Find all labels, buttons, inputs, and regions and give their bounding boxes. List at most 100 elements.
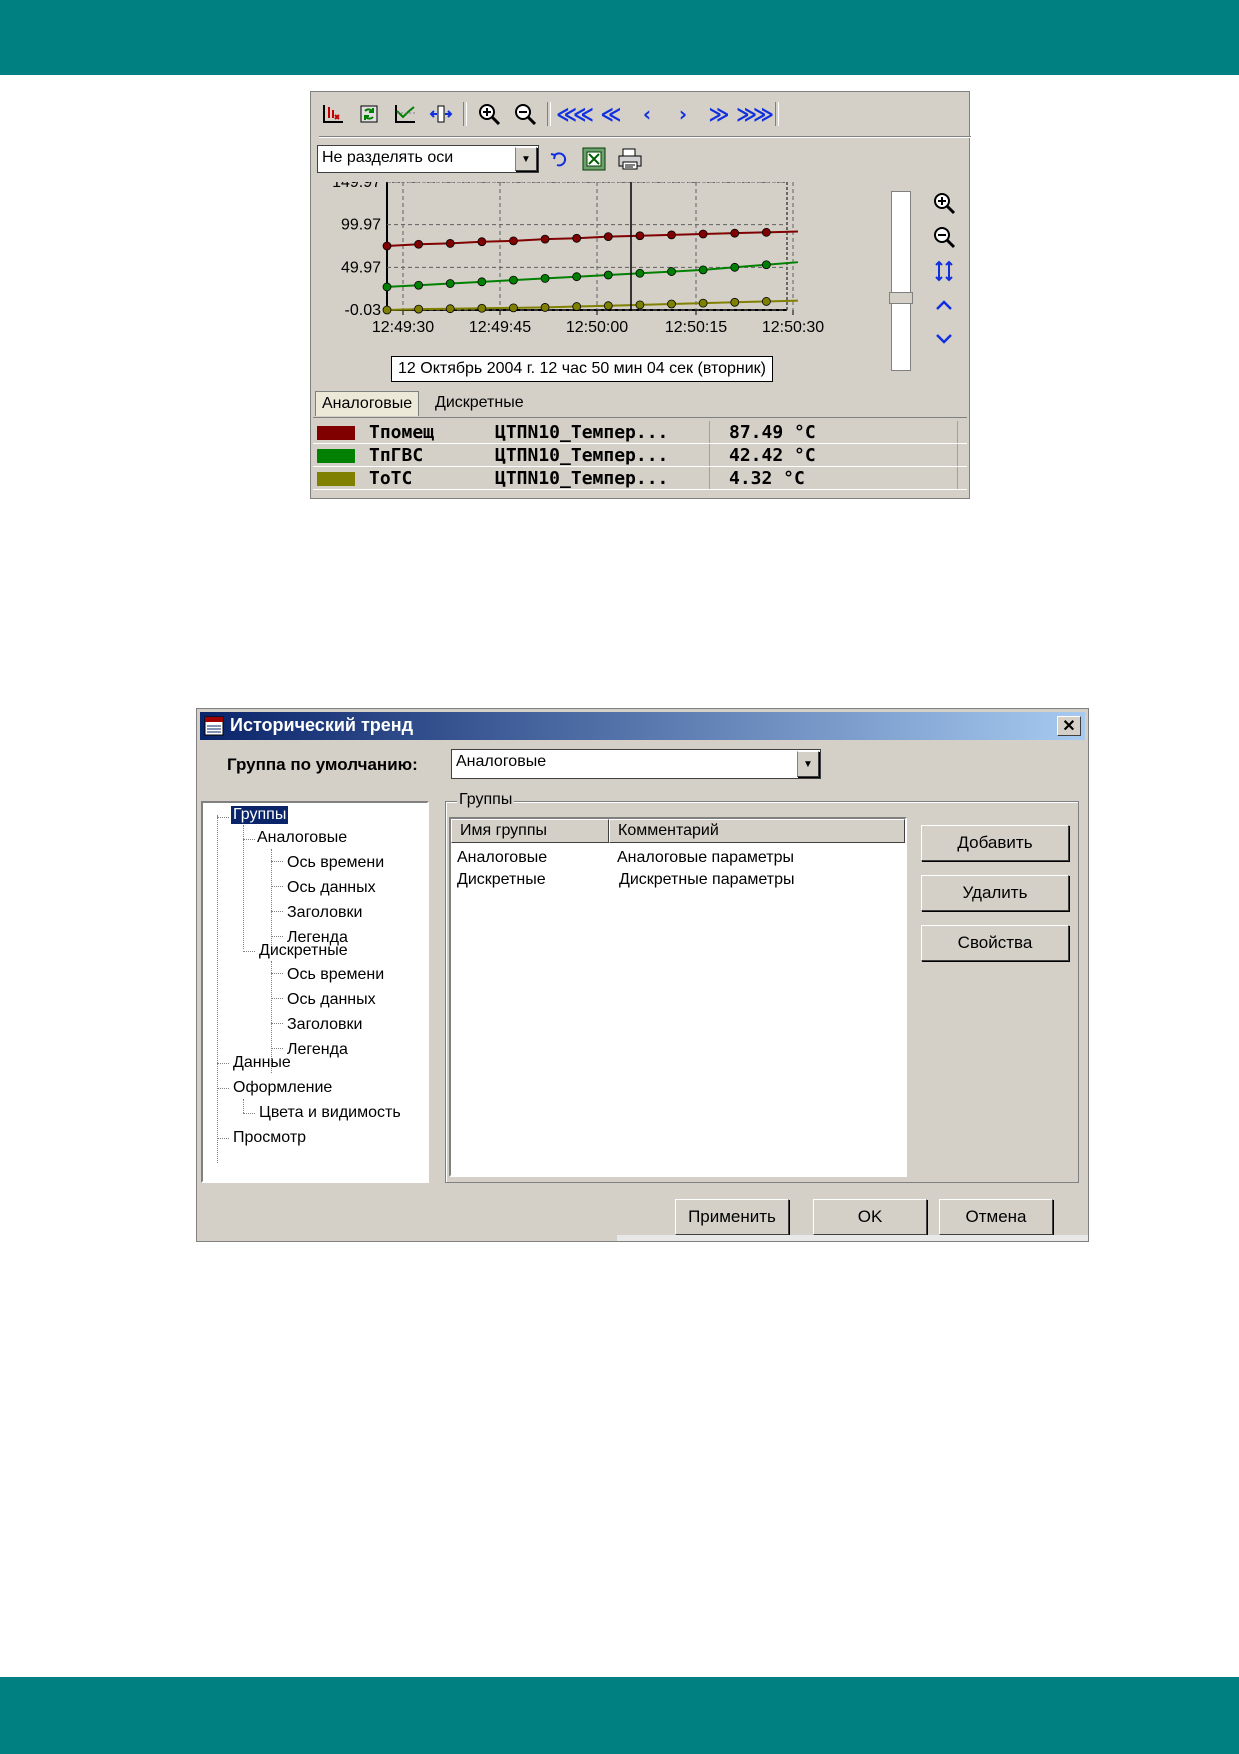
y-tick-label: 149.97	[332, 182, 381, 191]
tree-item-data-axis[interactable]: Ось данных	[287, 991, 376, 1009]
series-point	[698, 298, 708, 308]
tree-item-titles[interactable]: Заголовки	[287, 1016, 362, 1034]
zoom-out-icon[interactable]	[511, 102, 539, 126]
scroll-down-icon[interactable]	[931, 326, 957, 352]
zoom-out-icon[interactable]	[931, 224, 957, 250]
tree-item-legend[interactable]: Легенда	[287, 1041, 348, 1059]
default-group-value: Аналоговые	[456, 753, 547, 770]
ok-button[interactable]: OK	[813, 1199, 927, 1235]
series-point	[477, 277, 487, 287]
default-group-select[interactable]: Аналоговые ▼	[451, 749, 821, 779]
legend-name: Tпомещ	[369, 422, 435, 443]
tree-item-colors[interactable]: Цвета и видимость	[259, 1104, 401, 1122]
plot-grid	[386, 182, 794, 315]
series-point	[572, 272, 582, 282]
tree-item-data-axis[interactable]: Ось данных	[287, 879, 376, 897]
default-group-label: Группа по умолчанию:	[227, 755, 418, 774]
tree-item-view[interactable]: Просмотр	[233, 1129, 306, 1147]
series-point	[414, 239, 424, 249]
row-comment[interactable]: Дискретные параметры	[619, 871, 795, 889]
page-forward-icon[interactable]: ≫	[703, 102, 731, 126]
last-page-icon[interactable]: ≫≫	[736, 102, 774, 126]
series-point	[414, 280, 424, 290]
column-header-comment[interactable]: Комментарий	[609, 819, 905, 843]
undo-icon[interactable]	[547, 147, 573, 173]
series-point	[603, 301, 613, 311]
legend-row[interactable]: Tпомещ ЦТПN10_Темпер... 87.49 °C	[313, 421, 967, 444]
cancel-button[interactable]: Отмена	[939, 1199, 1053, 1235]
refresh-icon[interactable]	[355, 102, 383, 126]
export-excel-icon[interactable]	[581, 146, 607, 172]
series-point	[382, 305, 392, 315]
print-icon[interactable]	[617, 146, 643, 172]
status-strip	[617, 1235, 1088, 1241]
page-back-icon[interactable]: ≪	[595, 102, 623, 126]
tree-item-time-axis[interactable]: Ось времени	[287, 966, 384, 984]
slider-thumb[interactable]	[889, 292, 913, 304]
vertical-scroll-slider[interactable]	[891, 191, 911, 371]
chart-line-icon[interactable]	[391, 102, 419, 126]
zoom-in-icon[interactable]	[931, 190, 957, 216]
axis-marker-icon[interactable]	[319, 102, 347, 126]
legend-value: 42.42 °C	[729, 445, 816, 466]
tree-item-data[interactable]: Данные	[233, 1054, 291, 1072]
tree-item-titles[interactable]: Заголовки	[287, 904, 362, 922]
groups-list[interactable]: Имя группы Комментарий Аналоговые Аналог…	[449, 817, 907, 1177]
legend-value: 4.32 °C	[729, 468, 805, 489]
step-back-icon[interactable]: ‹	[631, 102, 659, 126]
series-point	[667, 267, 676, 276]
chevron-down-icon[interactable]: ▼	[515, 147, 537, 171]
series-point	[445, 279, 455, 288]
scroll-up-icon[interactable]	[931, 292, 957, 318]
fit-vertical-icon[interactable]	[931, 258, 957, 284]
step-forward-icon[interactable]: ›	[667, 102, 695, 126]
x-tick-label: 12:50:30	[762, 319, 824, 336]
legend-row[interactable]: ToTC ЦТПN10_Темпер... 4.32 °C	[313, 467, 967, 490]
tree-item-design[interactable]: Оформление	[233, 1079, 332, 1097]
column-header-name[interactable]: Имя группы	[451, 819, 609, 843]
close-button[interactable]: ✕	[1057, 716, 1081, 736]
series-point	[698, 229, 708, 239]
series-point	[477, 237, 487, 247]
top-teal-band	[0, 0, 1239, 75]
tree-item-groups[interactable]: Группы	[229, 805, 290, 825]
series-point	[730, 262, 740, 272]
series-point	[603, 270, 613, 280]
series-point	[445, 304, 455, 314]
chevron-down-icon[interactable]: ▼	[797, 751, 819, 777]
x-axis-ticks: 12:49:30 12:49:45 12:50:00 12:50:15 12:50:30	[372, 319, 824, 336]
legend-description: ЦТПN10_Темпер...	[495, 422, 669, 443]
legend-name: ToTC	[369, 468, 413, 489]
app-icon	[204, 716, 224, 736]
row-name[interactable]: Аналоговые	[457, 849, 547, 867]
series-point	[540, 274, 550, 283]
groups-frame-title: Группы	[457, 791, 515, 809]
y-tick-label: 99.97	[341, 217, 381, 234]
first-page-icon[interactable]: ≪≪	[556, 102, 594, 126]
row-name[interactable]: Дискретные	[457, 871, 546, 889]
delete-button[interactable]: Удалить	[921, 875, 1069, 911]
legend-row[interactable]: TпГВС ЦТПN10_Темпер... 42.42 °C	[313, 444, 967, 467]
tree-item-discrete[interactable]: Дискретные	[259, 942, 348, 960]
tree-item-time-axis[interactable]: Ось времени	[287, 854, 384, 872]
series-point	[667, 230, 676, 240]
row-comment[interactable]: Аналоговые параметры	[617, 849, 794, 867]
tree-item-analog[interactable]: Аналоговые	[257, 829, 347, 847]
x-tick-label: 12:49:30	[372, 319, 434, 336]
toolbar-separator	[463, 102, 467, 126]
trend-plot[interactable]: 149.9799.9749.97-0.03 12:49:30 12:49:45 12…	[311, 182, 871, 352]
toolbar-divider	[319, 136, 971, 138]
legend-value: 87.49 °C	[729, 422, 816, 443]
settings-tree: Группы Аналоговые Ось времени Ось данных…	[201, 801, 429, 1183]
cursor-time-tooltip: 12 Октябрь 2004 г. 12 час 50 мин 04 сек …	[391, 356, 774, 382]
axes-mode-select[interactable]: Не разделять оси ▼	[317, 145, 539, 173]
properties-button[interactable]: Свойства	[921, 925, 1069, 961]
toolbar-separator	[547, 102, 551, 126]
apply-button[interactable]: Применить	[675, 1199, 789, 1235]
cursor-split-icon[interactable]	[427, 102, 455, 126]
tab-analog[interactable]: Аналоговые	[315, 391, 420, 416]
zoom-in-icon[interactable]	[475, 102, 503, 126]
dialog-titlebar[interactable]: Исторический тренд ✕	[200, 712, 1085, 740]
tab-discrete[interactable]: Дискретные	[429, 391, 530, 415]
add-button[interactable]: Добавить	[921, 825, 1069, 861]
